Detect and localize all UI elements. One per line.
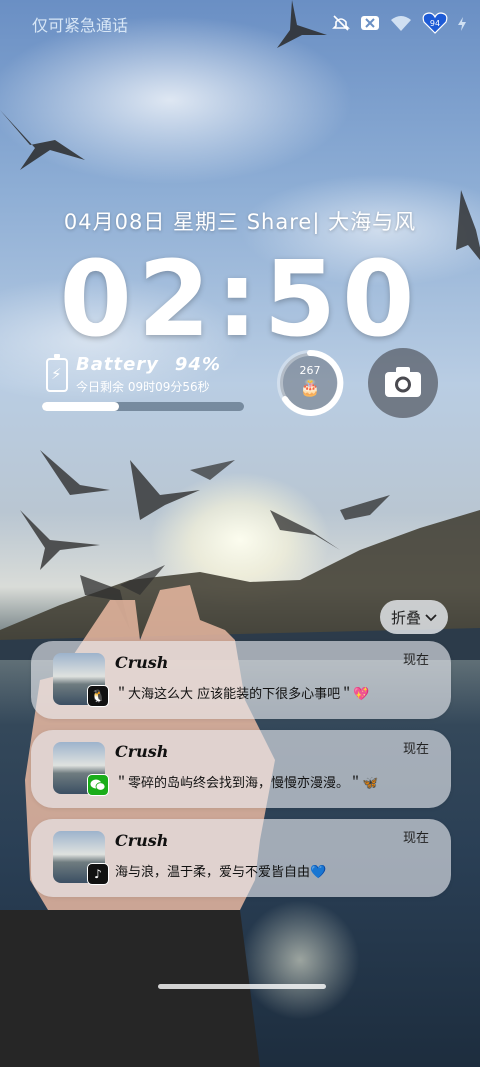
phone-battery-icon: ⚡ — [46, 354, 68, 392]
qq-icon: 🐧 — [87, 685, 109, 707]
remaining-time: 今日剩余 09时09分56秒 — [76, 378, 210, 395]
countdown-number: 267 — [299, 364, 321, 377]
home-indicator[interactable] — [158, 984, 326, 989]
charging-bolt-icon: ⚡ — [51, 365, 62, 383]
day-progress-bar — [42, 402, 244, 411]
svg-text:94: 94 — [430, 19, 440, 28]
notification-time: 现在 — [402, 831, 429, 846]
charging-icon — [458, 16, 466, 35]
day-progress-fill — [42, 402, 119, 411]
bird-silhouette — [0, 110, 85, 170]
fold-notifications-button[interactable]: 折叠 — [380, 600, 448, 634]
wifi-icon — [390, 14, 412, 36]
notification-body: ＂大海这么大 应该能装的下很多心事吧＂💖 — [115, 687, 370, 702]
lockscreen-date: 04月08日 星期三 Share| 大海与风 — [63, 210, 417, 234]
carrier-status-text: 仅可紧急通话 — [32, 16, 129, 35]
notification-card[interactable]: ♪ Crush 现在 海与浪，温于柔，爱与不爱皆自由💙 — [31, 819, 451, 897]
wechat-icon — [87, 774, 109, 796]
remaining-value: 09时09分56秒 — [127, 380, 210, 394]
bird-silhouette — [277, 0, 327, 48]
battery-widget[interactable]: ⚡ Battery 94% 今日剩余 09时09分56秒 — [42, 354, 246, 414]
notification-card[interactable]: 🐧 Crush 现在 ＂大海这么大 应该能装的下很多心事吧＂💖 — [31, 641, 451, 719]
battery-title: Battery 94% — [76, 354, 221, 375]
notification-title: Crush — [115, 831, 169, 850]
fold-label: 折叠 — [390, 608, 421, 627]
notification-time: 现在 — [402, 653, 429, 668]
no-sim-icon — [360, 15, 380, 35]
camera-icon — [385, 367, 421, 397]
notification-title: Crush — [115, 742, 169, 761]
bird-silhouette — [270, 495, 390, 550]
chevron-down-icon — [425, 608, 437, 626]
notification-title: Crush — [115, 653, 169, 672]
countdown-ring-widget[interactable]: 267 🎂 — [274, 347, 346, 419]
notification-body: ＂零碎的岛屿终会找到海，慢慢亦漫漫。＂🦋 — [115, 776, 379, 791]
remaining-label: 今日剩余 — [76, 380, 125, 394]
battery-percent: 94% — [174, 354, 221, 375]
status-icons: 94 — [332, 12, 466, 38]
cake-icon: 🎂 — [300, 378, 320, 397]
battery-label: Battery — [76, 354, 159, 375]
camera-button[interactable] — [368, 348, 438, 418]
mute-icon — [332, 14, 350, 36]
heart-battery-icon: 94 — [422, 12, 448, 38]
notification-body: 海与浪，温于柔，爱与不爱皆自由💙 — [115, 865, 327, 880]
tiktok-icon: ♪ — [87, 863, 109, 885]
lockscreen-clock: 02:50 — [59, 238, 421, 360]
notification-card[interactable]: Crush 现在 ＂零碎的岛屿终会找到海，慢慢亦漫漫。＂🦋 — [31, 730, 451, 808]
notification-time: 现在 — [402, 742, 429, 757]
